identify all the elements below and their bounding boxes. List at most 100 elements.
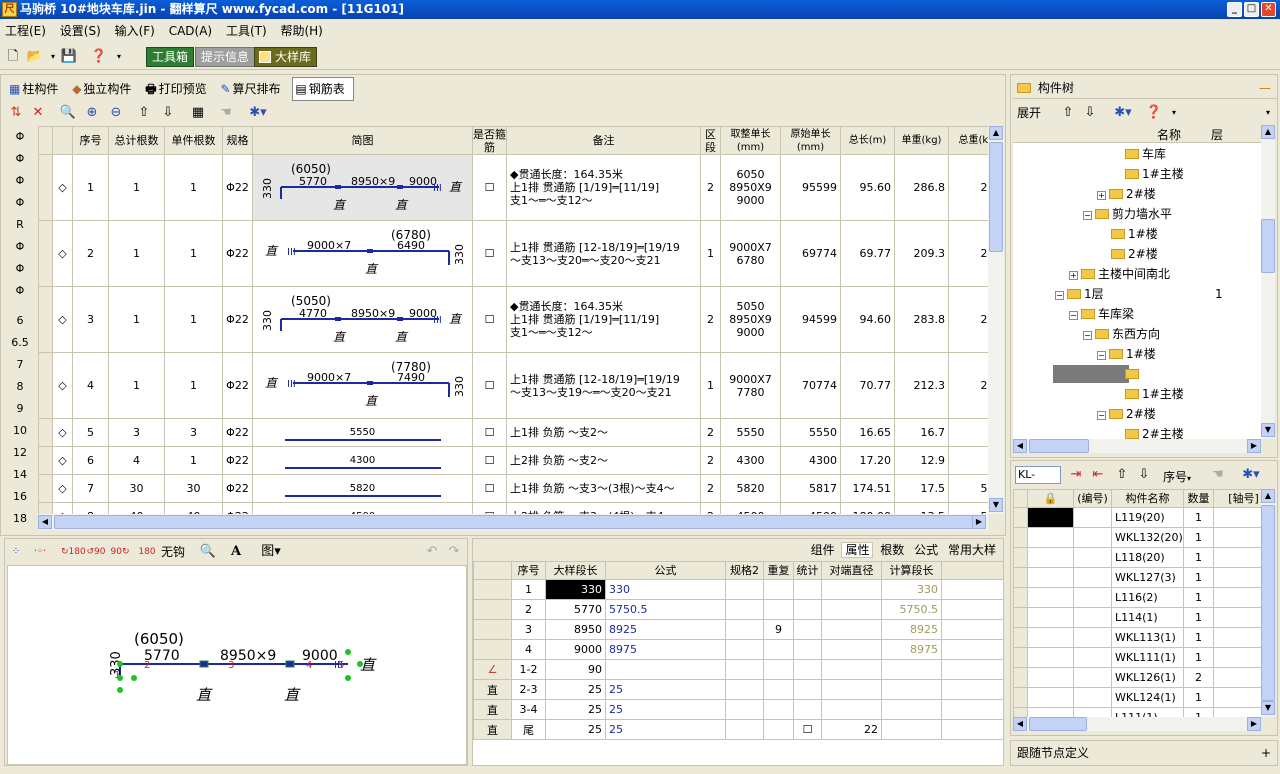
props-row-repeat[interactable] xyxy=(763,599,794,620)
scroll-right-icon[interactable]: ▶ xyxy=(972,515,986,529)
table-row[interactable]: ◇ 1 1 1 Φ22 (6050) 5770 8950×9 9000 III … xyxy=(38,154,988,221)
row-marker[interactable]: ◇ xyxy=(52,446,73,475)
props-row-dia[interactable] xyxy=(821,679,882,700)
props-header-stat[interactable]: 统计 xyxy=(793,561,822,580)
list-row-lock[interactable] xyxy=(1027,547,1074,568)
menu-tools[interactable]: 工具(T) xyxy=(221,20,272,42)
preview-canvas[interactable]: (6050) 5770 8950×9 9000 III 330 1 2 3 4 … xyxy=(7,565,467,765)
tab-properties[interactable]: 属性 xyxy=(841,542,874,558)
symbol-item[interactable]: 12 xyxy=(4,446,36,459)
tree-item[interactable]: 1#主楼 xyxy=(1013,165,1184,183)
stirrup-checkbox[interactable]: ☐ xyxy=(472,220,507,287)
stirrup-checkbox[interactable]: ☐ xyxy=(472,352,507,419)
help-icon[interactable]: ❓ xyxy=(1145,104,1163,122)
symbol-item[interactable]: Φ xyxy=(4,196,36,209)
row-marker[interactable]: ◇ xyxy=(52,352,73,419)
props-row-dia[interactable] xyxy=(821,639,882,660)
zoom-out-icon[interactable]: ⊖ xyxy=(107,104,125,122)
expand-toggle-icon[interactable]: − xyxy=(1097,411,1106,420)
props-row-dia[interactable]: 22 xyxy=(821,719,882,740)
props-row-formula[interactable]: 25 xyxy=(605,679,726,700)
list-item[interactable]: WKL111(1) 1 xyxy=(1013,647,1261,668)
tree-item[interactable]: 车库 xyxy=(1013,145,1166,163)
tree-item[interactable]: − 1层 xyxy=(1013,285,1104,303)
symbol-item[interactable]: 6.5 xyxy=(4,336,36,349)
props-row-formula[interactable]: 330 xyxy=(605,579,726,600)
save-icon[interactable]: 💾 xyxy=(60,48,78,66)
props-row-spec2[interactable] xyxy=(725,619,764,640)
table-row[interactable]: ◇ 2 1 1 Φ22 (6780) 9000×7 6490 直 III 330… xyxy=(38,220,988,287)
rotate-180-icon[interactable]: ↻180 xyxy=(61,543,86,561)
symbol-item[interactable]: Φ xyxy=(4,152,36,165)
header-spec[interactable]: 规格 xyxy=(222,126,253,155)
tab-formula[interactable]: 公式 xyxy=(911,543,941,557)
list-item[interactable]: L114(1) 1 xyxy=(1013,607,1261,628)
table-hscroll[interactable]: ◀ ▶ xyxy=(38,514,988,530)
list-row-lock[interactable] xyxy=(1027,587,1074,608)
props-row-dia[interactable] xyxy=(821,659,882,680)
row-marker[interactable]: ◇ xyxy=(52,154,73,221)
snap-icon[interactable]: ⁘ xyxy=(7,543,25,561)
vscroll-thumb[interactable] xyxy=(989,142,1003,252)
tree-item[interactable]: − 车库梁 xyxy=(1013,305,1134,323)
tree-item[interactable]: 1#主楼 xyxy=(1013,385,1184,403)
star-menu-icon[interactable]: ✱▾ xyxy=(1239,466,1263,484)
list-row-lock[interactable] xyxy=(1027,627,1074,648)
expand-button[interactable]: 展开 xyxy=(1017,106,1041,120)
sort-dropdown[interactable]: 序号▾ xyxy=(1163,468,1191,485)
star-menu-icon[interactable]: ✱▾ xyxy=(1111,104,1135,122)
props-row-formula[interactable]: 25 xyxy=(605,719,726,740)
tree-item[interactable]: − 2#楼 xyxy=(1013,405,1156,423)
rotate-90-icon[interactable]: ↺90 xyxy=(85,543,107,561)
menu-input[interactable]: 输入(F) xyxy=(110,20,160,42)
scroll-left-icon[interactable]: ◀ xyxy=(38,515,52,529)
no-hook-button[interactable]: 无钩 xyxy=(161,543,185,560)
tree-item[interactable]: +2#楼 xyxy=(1013,185,1156,203)
toolbox-button[interactable]: 工具箱 xyxy=(146,47,195,67)
list-row-lock[interactable] xyxy=(1027,607,1074,628)
props-row[interactable]: 1 330 330 330 xyxy=(473,579,1004,600)
scroll-down-icon[interactable]: ▼ xyxy=(989,498,1003,512)
help-dropdown-icon[interactable]: ▾ xyxy=(110,48,128,66)
symbol-item[interactable]: Φ xyxy=(4,174,36,187)
pin-icon[interactable]: — xyxy=(1259,77,1271,99)
move-up-icon[interactable]: ⇧ xyxy=(135,104,153,122)
row-marker[interactable]: ◇ xyxy=(52,474,73,503)
hscroll-thumb[interactable] xyxy=(1029,717,1087,731)
redo-icon[interactable]: ↷ xyxy=(445,543,463,561)
symbol-item[interactable]: 9 xyxy=(4,402,36,415)
list-item[interactable]: L118(20) 1 xyxy=(1013,547,1261,568)
list-item[interactable]: WKL113(1) 1 xyxy=(1013,627,1261,648)
row-marker[interactable]: ◇ xyxy=(52,220,73,287)
rebar-diagram[interactable]: (6780) 9000×7 6490 直 III 330 直 xyxy=(252,220,473,287)
symbol-item[interactable]: Φ xyxy=(4,284,36,297)
props-row-spec2[interactable] xyxy=(725,599,764,620)
table-row[interactable]: ◇ 3 1 1 Φ22 (5050) 4770 8950×9 9000 III … xyxy=(38,286,988,353)
maximize-button[interactable]: □ xyxy=(1244,2,1259,17)
scroll-down-icon[interactable]: ▼ xyxy=(1261,701,1275,715)
props-row-length[interactable]: 25 xyxy=(545,679,606,700)
expand-toggle-icon[interactable]: + xyxy=(1097,191,1106,200)
sort-icon[interactable]: ⇅ xyxy=(7,104,25,122)
tab-independent-component[interactable]: ◆ 独立构件 xyxy=(70,78,139,100)
props-row-length[interactable]: 9000 xyxy=(545,639,606,660)
tree-item[interactable]: 2#主楼 xyxy=(1013,425,1184,439)
list-row-lock[interactable] xyxy=(1027,647,1074,668)
calendar-icon[interactable]: ▦ xyxy=(189,104,207,122)
props-row-length[interactable]: 25 xyxy=(545,699,606,720)
props-row-length[interactable]: 330 xyxy=(545,579,606,600)
symbol-item[interactable]: 7 xyxy=(4,358,36,371)
symbol-item[interactable]: Φ xyxy=(4,262,36,275)
header-diagram[interactable]: 简图 xyxy=(252,126,473,155)
tab-count[interactable]: 根数 xyxy=(877,543,907,557)
rebar-diagram[interactable]: 4500 xyxy=(252,502,473,514)
header-total-weight[interactable]: 总重(kg) xyxy=(948,126,988,155)
header-unit-count[interactable]: 单件根数 xyxy=(164,126,223,155)
sample-library-button[interactable]: 大样库 xyxy=(254,47,318,67)
close-button[interactable]: ✕ xyxy=(1261,2,1276,17)
props-row-formula[interactable]: 25 xyxy=(605,699,726,720)
props-row-repeat[interactable]: 9 xyxy=(763,619,794,640)
tree-vscroll[interactable]: ▲ ▼ xyxy=(1261,125,1275,439)
figure-menu-icon[interactable]: 图▾ xyxy=(257,543,285,561)
tab-print-preview[interactable]: 🖶 打印预览 xyxy=(143,78,214,100)
